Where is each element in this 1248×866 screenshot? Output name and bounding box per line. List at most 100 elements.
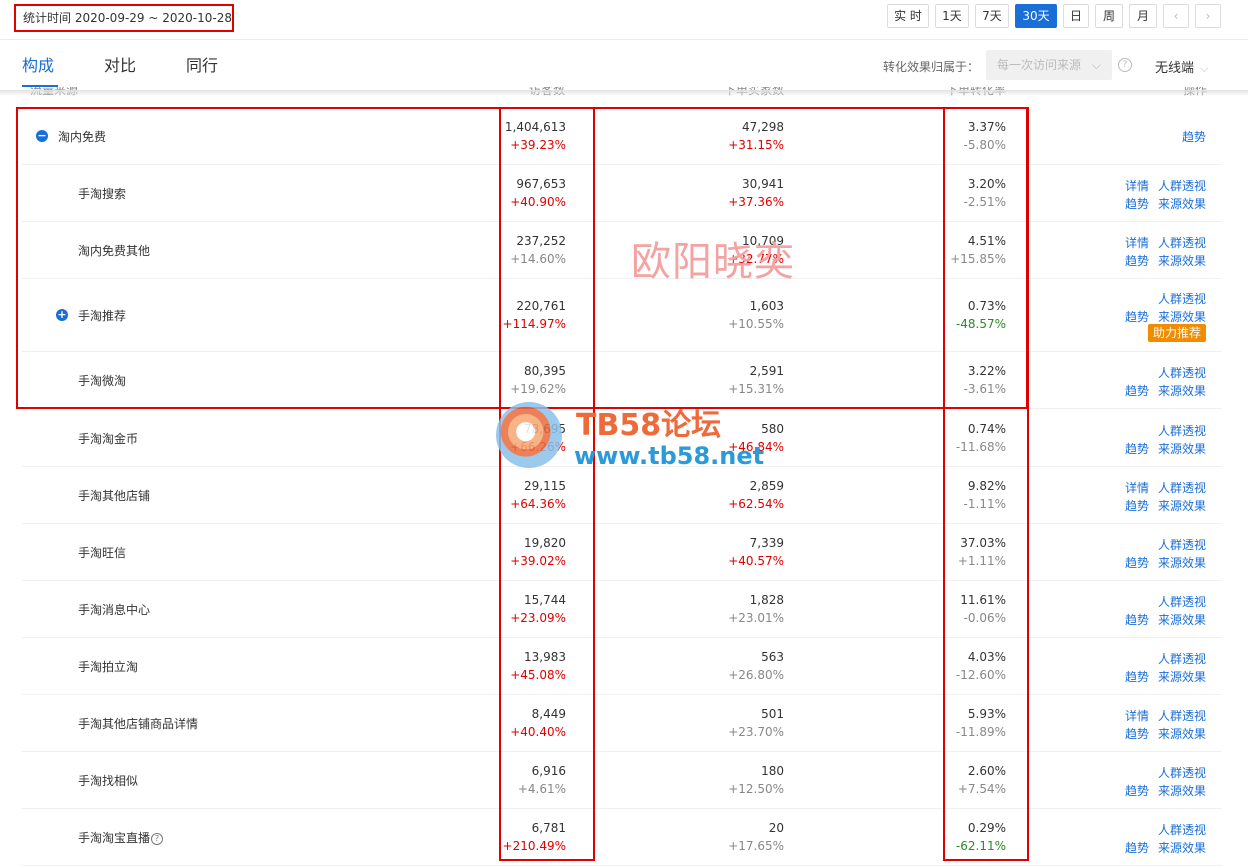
trend-link[interactable]: 趋势 (1125, 252, 1149, 269)
help-icon[interactable]: ? (151, 833, 164, 845)
trend-link[interactable]: 趋势 (1182, 128, 1206, 145)
attribution-label: 转化效果归属于： (883, 60, 980, 74)
trend-link[interactable]: 趋势 (1125, 195, 1149, 212)
time-btn-week[interactable]: 周 (1095, 4, 1123, 28)
buyers-value: 7,339 (749, 536, 784, 550)
help-icon[interactable]: ? (1118, 58, 1132, 72)
trend-link[interactable]: 趋势 (1125, 308, 1149, 325)
active-tab-indicator (22, 85, 58, 87)
time-btn-1day[interactable]: 1天 (935, 4, 969, 28)
source-name-label: 手淘拍立淘 (78, 660, 139, 674)
buyers-value: 563 (761, 650, 784, 664)
crowd-insight-link[interactable]: 人群透视 (1158, 593, 1206, 610)
buyers-change: +62.54% (728, 497, 784, 511)
detail-link[interactable]: 详情 (1125, 177, 1149, 194)
crowd-insight-link[interactable]: 人群透视 (1158, 707, 1206, 724)
trend-link[interactable]: 趋势 (1125, 611, 1149, 628)
crowd-insight-link[interactable]: 人群透视 (1158, 234, 1206, 251)
source-name[interactable]: 手淘其他店铺商品详情 (78, 715, 198, 732)
tab-composition[interactable]: 构成 (22, 55, 54, 77)
crowd-insight-link[interactable]: 人群透视 (1158, 821, 1206, 838)
table-row: 手淘其他店铺 29,115 +64.36% 2,859 +62.54% 9.82% -1.1… (0, 466, 1248, 523)
source-name[interactable]: 手淘拍立淘 (78, 658, 138, 675)
trend-link[interactable]: 趋势 (1125, 497, 1149, 514)
next-period-button[interactable]: › (1195, 4, 1221, 28)
trend-link[interactable]: 趋势 (1125, 668, 1149, 685)
trend-link[interactable]: 趋势 (1125, 440, 1149, 457)
source-effect-link[interactable]: 来源效果 (1158, 782, 1206, 799)
crowd-insight-link[interactable]: 人群透视 (1158, 422, 1206, 439)
table-row: 手淘其他店铺商品详情 8,449 +40.40% 501 +23.70% 5.93% -11… (0, 694, 1248, 751)
device-select[interactable]: 无线端 ⌵ (1155, 57, 1208, 76)
table-row: 手淘旺信 19,820 +39.02% 7,339 +40.57% 37.03% +1.11… (0, 523, 1248, 580)
source-effect-link[interactable]: 来源效果 (1158, 611, 1206, 628)
source-effect-link[interactable]: 来源效果 (1158, 252, 1206, 269)
source-name-label: 手淘淘金币 (78, 432, 139, 446)
source-name-label: 手淘其他店铺 (78, 489, 151, 503)
source-name[interactable]: 手淘找相似 (78, 772, 138, 789)
source-effect-link[interactable]: 来源效果 (1158, 839, 1206, 856)
forum-logo (496, 402, 562, 468)
attribution-select-value: 每一次访问来源 (997, 58, 1082, 72)
prev-period-button[interactable]: ‹ (1163, 4, 1189, 28)
source-name-label: 手淘找相似 (78, 774, 139, 788)
crowd-insight-link[interactable]: 人群透视 (1158, 650, 1206, 667)
boost-recommend-badge[interactable]: 助力推荐 (1147, 324, 1206, 342)
highlight-box-visitors (499, 107, 595, 861)
table-row: 手淘拍立淘 13,983 +45.08% 563 +26.80% 4.03% -12.60%… (0, 637, 1248, 694)
source-name[interactable]: 手淘消息中心 (78, 601, 150, 618)
source-effect-link[interactable]: 来源效果 (1158, 668, 1206, 685)
header-divider (0, 39, 1248, 40)
source-effect-link[interactable]: 来源效果 (1158, 195, 1206, 212)
source-name-label: 手淘消息中心 (78, 603, 151, 617)
source-name-label: 手淘旺信 (78, 546, 127, 560)
buyers-value: 580 (761, 422, 784, 436)
detail-link[interactable]: 详情 (1125, 234, 1149, 251)
source-name[interactable]: 手淘旺信 (78, 544, 126, 561)
table-row: 手淘淘宝直播? 6,781 +210.49% 20 +17.65% 0.29% -62.11… (0, 808, 1248, 865)
crowd-insight-link[interactable]: 人群透视 (1158, 764, 1206, 781)
buyers-value: 180 (761, 764, 784, 778)
detail-link[interactable]: 详情 (1125, 707, 1149, 724)
buyers-value: 1,828 (749, 593, 784, 607)
source-name[interactable]: 手淘淘金币 (78, 430, 138, 447)
buyers-change: +17.65% (728, 839, 784, 853)
trend-link[interactable]: 趋势 (1125, 554, 1149, 571)
source-effect-link[interactable]: 来源效果 (1158, 497, 1206, 514)
crowd-insight-link[interactable]: 人群透视 (1158, 479, 1206, 496)
source-effect-link[interactable]: 来源效果 (1158, 554, 1206, 571)
attribution-select[interactable]: 每一次访问来源 ⌵ (986, 50, 1112, 80)
tab-peers[interactable]: 同行 (186, 55, 218, 77)
buyers-change: +23.01% (728, 611, 784, 625)
time-btn-month[interactable]: 月 (1129, 4, 1157, 28)
source-name[interactable]: 手淘淘宝直播? (78, 829, 164, 846)
crowd-insight-link[interactable]: 人群透视 (1158, 290, 1206, 307)
tab-compare[interactable]: 对比 (104, 55, 136, 77)
time-btn-day[interactable]: 日 (1063, 4, 1089, 28)
crowd-insight-link[interactable]: 人群透视 (1158, 536, 1206, 553)
source-effect-link[interactable]: 来源效果 (1158, 382, 1206, 399)
buyers-value: 501 (761, 707, 784, 721)
time-btn-30day[interactable]: 30天 (1015, 4, 1057, 28)
toolbar-shadow (0, 90, 1248, 96)
source-name-label: 手淘其他店铺商品详情 (78, 717, 199, 731)
forum-watermark: TB58论坛 (576, 408, 722, 443)
time-btn-realtime[interactable]: 实 时 (887, 4, 929, 28)
source-effect-link[interactable]: 来源效果 (1158, 308, 1206, 325)
source-effect-link[interactable]: 来源效果 (1158, 440, 1206, 457)
crowd-insight-link[interactable]: 人群透视 (1158, 177, 1206, 194)
time-btn-7day[interactable]: 7天 (975, 4, 1009, 28)
stat-period: 统计时间 2020-09-29 ~ 2020-10-28 (14, 4, 234, 32)
detail-link[interactable]: 详情 (1125, 479, 1149, 496)
source-name[interactable]: 手淘其他店铺 (78, 487, 150, 504)
trend-link[interactable]: 趋势 (1125, 839, 1149, 856)
author-watermark: 欧阳晓奕 (631, 239, 795, 285)
crowd-insight-link[interactable]: 人群透视 (1158, 364, 1206, 381)
highlight-box-rate (943, 107, 1029, 861)
trend-link[interactable]: 趋势 (1125, 382, 1149, 399)
trend-link[interactable]: 趋势 (1125, 782, 1149, 799)
trend-link[interactable]: 趋势 (1125, 725, 1149, 742)
buyers-value: 2,859 (749, 479, 784, 493)
source-effect-link[interactable]: 来源效果 (1158, 725, 1206, 742)
source-name-label: 手淘淘宝直播 (78, 831, 151, 845)
